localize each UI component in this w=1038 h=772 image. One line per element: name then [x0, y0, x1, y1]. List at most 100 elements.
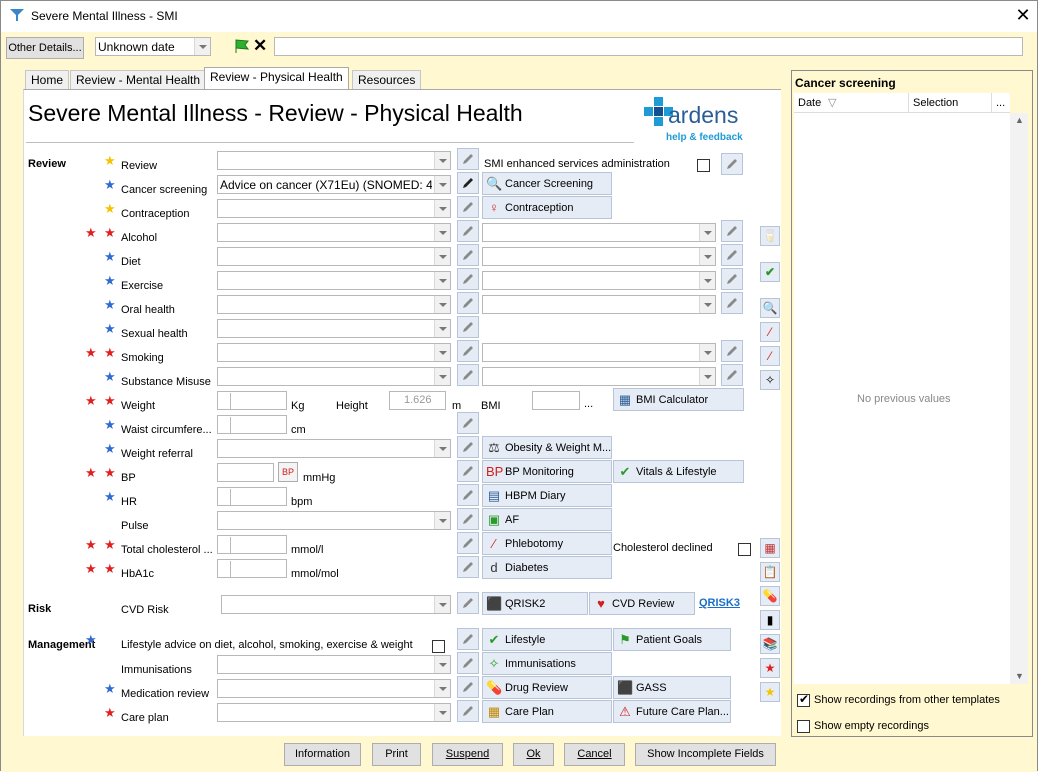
smoking-edit-button[interactable] [457, 340, 479, 362]
cancer-screening-edit-button[interactable] [457, 172, 479, 194]
show-incomplete-fields-button[interactable]: Show Incomplete Fields [635, 743, 776, 766]
drug-review-button[interactable]: 💊 Drug Review [482, 676, 612, 699]
pill-icon[interactable]: 💊 [760, 586, 780, 606]
bp-edit-button[interactable] [457, 460, 479, 482]
cholesterol-input[interactable] [217, 535, 287, 554]
lifestyle-edit-button[interactable] [457, 628, 479, 650]
ardens-logo[interactable]: ardens help & feedback [642, 95, 750, 147]
cholesterol-declined-checkbox[interactable] [738, 543, 751, 556]
care-plan-edit-button[interactable] [457, 700, 479, 722]
contraception-edit-button[interactable] [457, 196, 479, 218]
diet-detail-combo[interactable] [482, 247, 716, 266]
date-combo[interactable]: Unknown date [95, 37, 211, 56]
chevron-down-icon[interactable] [434, 320, 450, 337]
tab-review-physical-health[interactable]: Review - Physical Health [204, 67, 349, 89]
sort-filter-icon[interactable]: ▽ [828, 96, 836, 109]
sparkle-wand-icon[interactable]: ✧ [760, 370, 780, 390]
search-input[interactable] [274, 37, 1023, 56]
bottle-icon[interactable]: ▮ [760, 610, 780, 630]
ruler-icon[interactable]: ⁄ [760, 346, 780, 366]
diet-edit-button[interactable] [457, 244, 479, 266]
vitals-lifestyle-button[interactable]: ✔ Vitals & Lifestyle [613, 460, 744, 483]
patient-goals-button[interactable]: ⚑ Patient Goals [613, 628, 731, 651]
information-button[interactable]: Information [284, 743, 361, 766]
yellow-star-icon[interactable]: ★ [760, 682, 780, 702]
red-star-icon[interactable]: ★ [760, 658, 780, 678]
exercise-combo[interactable] [217, 271, 451, 290]
lifestyle-advice-checkbox[interactable] [432, 640, 445, 653]
chevron-down-icon[interactable] [699, 224, 715, 241]
sexual-health-edit-button[interactable] [457, 316, 479, 338]
substance-misuse-combo[interactable] [217, 367, 451, 386]
chevron-down-icon[interactable] [434, 512, 450, 529]
weight-referral-edit-button[interactable] [457, 436, 479, 458]
clear-icon[interactable]: ✕ [253, 36, 267, 56]
other-details-button[interactable]: Other Details... [6, 37, 84, 59]
cvd-risk-edit-button[interactable] [457, 592, 479, 614]
exercise-detail-combo[interactable] [482, 271, 716, 290]
tab-review-mental-health[interactable]: Review - Mental Health [70, 70, 207, 89]
book-icon[interactable]: 📚 [760, 634, 780, 654]
waist-input[interactable] [217, 415, 287, 434]
chevron-down-icon[interactable] [699, 344, 715, 361]
af-button[interactable]: ▣ AF [482, 508, 612, 531]
substance-misuse-detail-edit-button[interactable] [721, 364, 743, 386]
cancer-screening-button[interactable]: 🔍 Cancer Screening [482, 172, 612, 195]
chevron-down-icon[interactable] [699, 272, 715, 289]
tab-home[interactable]: Home [25, 70, 70, 89]
obesity-button[interactable]: ⚖ Obesity & Weight M... [482, 436, 612, 459]
weight-input[interactable] [217, 391, 287, 410]
bp-monitoring-button[interactable]: BP BP Monitoring [482, 460, 612, 483]
chevron-down-icon[interactable] [434, 272, 450, 289]
history-scrollbar[interactable]: ▲ ▼ [1010, 113, 1028, 684]
sexual-health-combo[interactable] [217, 319, 451, 338]
smoking-combo[interactable] [217, 343, 451, 362]
hr-edit-button[interactable] [457, 484, 479, 506]
chevron-down-icon[interactable] [434, 368, 450, 385]
diet-combo[interactable] [217, 247, 451, 266]
chevron-down-icon[interactable] [434, 704, 450, 721]
cvd-review-button[interactable]: ♥ CVD Review [589, 592, 695, 615]
chevron-down-icon[interactable] [699, 296, 715, 313]
review-combo[interactable] [217, 151, 451, 170]
help-feedback-link[interactable]: help & feedback [666, 132, 743, 143]
gass-button[interactable]: ⬛ GASS [613, 676, 731, 699]
diet-detail-edit-button[interactable] [721, 244, 743, 266]
chevron-down-icon[interactable] [434, 680, 450, 697]
medication-review-edit-button[interactable] [457, 676, 479, 698]
alcohol-detail-combo[interactable] [482, 223, 716, 242]
alcohol-edit-button[interactable] [457, 220, 479, 242]
chevron-down-icon[interactable] [434, 248, 450, 265]
calendar-icon[interactable]: ▦ [760, 538, 780, 558]
show-empty-recordings-checkbox[interactable] [797, 720, 810, 733]
chevron-down-icon[interactable] [194, 38, 210, 55]
cancel-button[interactable]: Cancel [564, 743, 625, 766]
bp-calculator-icon[interactable]: BP [278, 462, 298, 482]
exercise-edit-button[interactable] [457, 268, 479, 290]
wand-icon[interactable]: ⁄ [760, 322, 780, 342]
weight-referral-combo[interactable] [217, 439, 451, 458]
hba1c-edit-button[interactable] [457, 556, 479, 578]
contraception-button[interactable]: ♀ Contraception [482, 196, 612, 219]
bp-input[interactable] [217, 463, 274, 482]
chevron-down-icon[interactable] [434, 596, 450, 613]
substance-misuse-edit-button[interactable] [457, 364, 479, 386]
col-more-header[interactable]: ... [996, 97, 1005, 109]
scroll-up-icon[interactable]: ▲ [1015, 115, 1024, 125]
smoking-detail-combo[interactable] [482, 343, 716, 362]
hbpm-diary-button[interactable]: ▤ HBPM Diary [482, 484, 612, 507]
oral-edit-button[interactable] [457, 292, 479, 314]
alcohol-detail-edit-button[interactable] [721, 220, 743, 242]
chevron-down-icon[interactable] [434, 224, 450, 241]
chevron-down-icon[interactable] [434, 176, 450, 193]
future-care-plan-button[interactable]: ⚠ Future Care Plan... [613, 700, 731, 723]
oral-detail-edit-button[interactable] [721, 292, 743, 314]
oral-detail-combo[interactable] [482, 295, 716, 314]
phlebotomy-button[interactable]: ⁄ Phlebotomy [482, 532, 612, 555]
chevron-down-icon[interactable] [699, 368, 715, 385]
qrisk2-button[interactable]: ⬛ QRISK2 [482, 592, 588, 615]
magnifier-icon[interactable]: 🔍 [760, 298, 780, 318]
hr-input[interactable] [217, 487, 287, 506]
care-plan-combo[interactable] [217, 703, 451, 722]
ok-button[interactable]: Ok [513, 743, 554, 766]
